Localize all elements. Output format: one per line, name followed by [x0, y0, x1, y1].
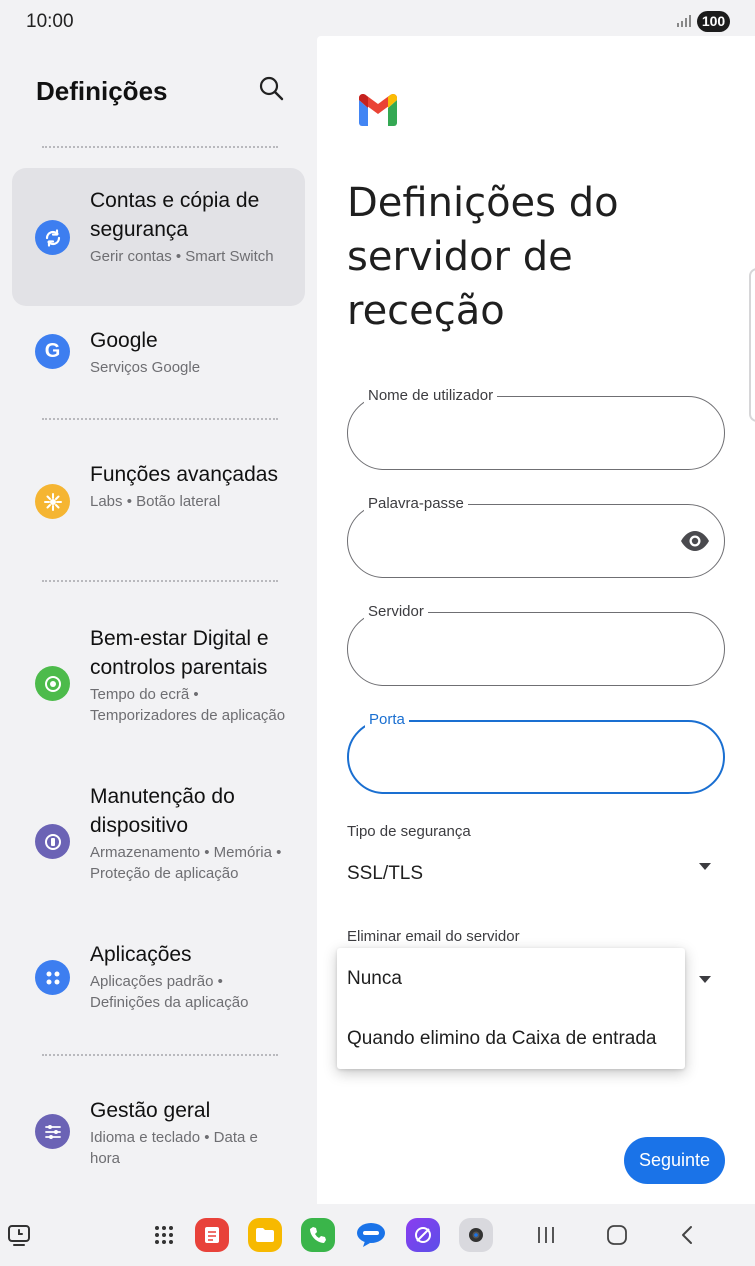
chevron-down-icon [699, 863, 711, 870]
setting-title: Manutenção do dispositivo [90, 785, 235, 837]
divider [42, 146, 278, 148]
divider [42, 580, 278, 582]
sliders-icon [35, 1114, 70, 1149]
search-icon[interactable] [257, 74, 287, 104]
taskbar [0, 1204, 755, 1266]
recent-apps-edge-icon[interactable] [2, 1218, 36, 1252]
google-icon: G [35, 334, 70, 369]
setting-item-device-care[interactable]: Manutenção do dispositivo Armazenamento … [12, 774, 305, 914]
app-drawer-icon[interactable] [147, 1218, 181, 1252]
status-time: 10:00 [26, 11, 74, 32]
divider [42, 1054, 278, 1056]
setting-item-general-management[interactable]: Gestão geral Idioma e teclado • Data e h… [12, 1088, 305, 1180]
my-files-app-icon[interactable] [248, 1218, 282, 1252]
setting-item-apps[interactable]: Aplicações Aplicações padrão • Definiçõe… [12, 934, 305, 1026]
setting-item-digital-wellbeing[interactable]: Bem-estar Digital e controlos parentais … [12, 614, 305, 754]
battery-indicator: 100 [697, 11, 730, 32]
menu-item-never[interactable]: Nunca [347, 968, 402, 990]
device-care-icon [35, 824, 70, 859]
security-type-label: Tipo de segurança [347, 823, 471, 840]
gmail-logo-icon [359, 94, 397, 126]
eye-icon[interactable] [680, 530, 710, 552]
setting-subtitle: Serviços Google [90, 359, 201, 376]
port-field[interactable]: Porta [347, 711, 725, 794]
phone-app-icon[interactable] [301, 1218, 335, 1252]
setting-subtitle: Idioma e teclado • Data e hora [90, 1129, 258, 1167]
setting-title: Funções avançadas [90, 463, 278, 486]
page-title: Definições do servidor de receção [347, 180, 619, 334]
back-button[interactable] [670, 1218, 704, 1252]
port-label: Porta [365, 711, 409, 728]
settings-pane: Definições Contas e cópia de segurança G… [0, 36, 317, 1204]
divider [42, 418, 278, 420]
security-type-value: SSL/TLS [347, 863, 424, 884]
server-label: Servidor [364, 603, 428, 620]
delete-email-dropdown-menu: Nunca Quando elimino da Caixa de entrada [337, 948, 685, 1069]
wellbeing-icon [35, 666, 70, 701]
password-label: Palavra-passe [364, 495, 468, 512]
menu-item-when-deleted-from-inbox[interactable]: Quando elimino da Caixa de entrada [347, 1028, 656, 1050]
username-field[interactable]: Nome de utilizador [347, 387, 725, 470]
internet-app-icon[interactable] [406, 1218, 440, 1252]
recents-button[interactable] [529, 1218, 563, 1252]
password-input[interactable] [370, 529, 670, 555]
password-field[interactable]: Palavra-passe [347, 495, 725, 578]
setting-title: Google [90, 329, 158, 352]
camera-app-icon[interactable] [459, 1218, 493, 1252]
setting-item-google[interactable]: G Google Serviços Google [12, 316, 305, 388]
security-type-select[interactable]: SSL/TLS [317, 851, 727, 895]
setting-title: Gestão geral [90, 1099, 211, 1122]
setting-subtitle: Labs • Botão lateral [90, 493, 221, 510]
chevron-down-icon[interactable] [699, 976, 711, 983]
side-panel-handle[interactable] [749, 268, 755, 422]
settings-title: Definições [36, 76, 168, 106]
signal-icon [677, 15, 691, 27]
puzzle-icon [35, 484, 70, 519]
next-button[interactable]: Seguinte [624, 1137, 725, 1184]
setting-title: Bem-estar Digital e controlos parentais [90, 627, 269, 679]
apps-icon [35, 960, 70, 995]
server-field[interactable]: Servidor [347, 603, 725, 686]
username-label: Nome de utilizador [364, 387, 498, 404]
status-bar: 10:00 100 [0, 0, 755, 36]
notes-app-icon[interactable] [195, 1218, 229, 1252]
home-button[interactable] [600, 1218, 634, 1252]
port-input[interactable] [371, 746, 671, 772]
setting-title: Contas e cópia de segurança [90, 189, 260, 241]
setting-subtitle: Tempo do ecrã • Temporizadores de aplica… [90, 686, 286, 724]
username-input[interactable] [370, 421, 670, 447]
setting-subtitle: Aplicações padrão • Definições da aplica… [90, 973, 249, 1011]
delete-email-label: Eliminar email do servidor [347, 928, 520, 945]
setting-item-advanced-features[interactable]: Funções avançadas Labs • Botão lateral [12, 448, 305, 558]
setting-subtitle: Gerir contas • Smart Switch [90, 248, 274, 265]
messages-app-icon[interactable] [354, 1218, 388, 1252]
server-input[interactable] [370, 637, 670, 663]
sync-icon [35, 220, 70, 255]
setting-item-accounts-backup[interactable]: Contas e cópia de segurança Gerir contas… [12, 168, 305, 306]
setting-title: Aplicações [90, 943, 192, 966]
setting-subtitle: Armazenamento • Memória • Proteção de ap… [90, 844, 282, 882]
